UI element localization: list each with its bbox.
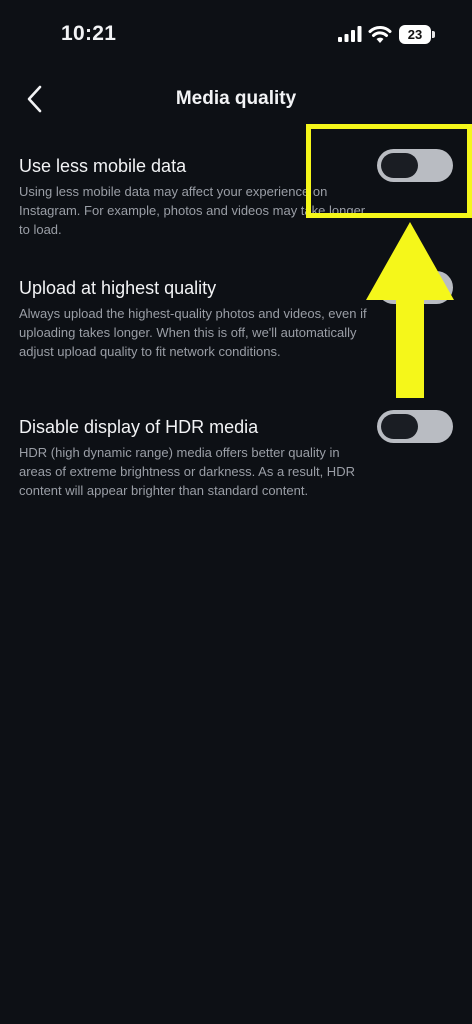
annotation-arrow-icon (366, 222, 454, 398)
status-bar: 10:21 23 (0, 0, 472, 70)
wifi-icon (368, 26, 392, 43)
page-title: Media quality (175, 88, 297, 109)
battery-icon: 23 (399, 25, 431, 44)
battery-tip (432, 31, 435, 38)
cellular-signal-icon (338, 26, 362, 42)
toggle-knob (381, 414, 418, 439)
header: Media quality (0, 70, 472, 130)
setting-description: Always upload the highest-quality photos… (19, 306, 367, 359)
status-time: 10:21 (61, 22, 117, 45)
annotation-highlight-box (306, 124, 472, 218)
disable-hdr-media-toggle[interactable] (377, 410, 453, 443)
setting-description: HDR (high dynamic range) media offers be… (19, 445, 355, 498)
